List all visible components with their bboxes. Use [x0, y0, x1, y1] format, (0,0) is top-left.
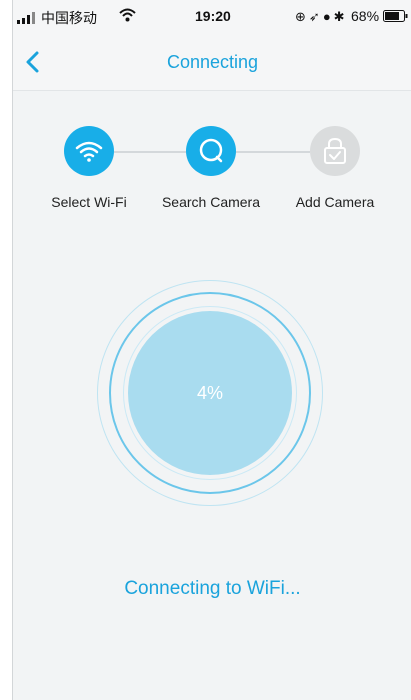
page-title: Connecting — [166, 52, 259, 72]
step-select-wifi — [64, 126, 114, 176]
step-add-camera — [310, 126, 360, 176]
search-icon — [199, 138, 223, 163]
step-indicator: Select Wi-Fi Search Camera Add Camera — [13, 108, 411, 218]
location-icon: ➶ — [308, 9, 323, 24]
step-search-camera — [186, 126, 236, 176]
step-connector — [114, 151, 186, 153]
battery-percent: 68% — [351, 8, 380, 24]
nav-bar: Connecting — [13, 32, 411, 91]
battery-icon — [383, 10, 408, 22]
status-bar: 中国移动 19:20 ⊕➶●✱ 68% — [13, 0, 411, 32]
carrier-name: 中国移动 — [41, 10, 97, 26]
progress-indicator: 4% — [128, 311, 292, 475]
step-label-select-wifi: Select Wi-Fi — [51, 194, 127, 210]
step-label-search-camera: Search Camera — [161, 194, 261, 210]
bluetooth-icon: ✱ — [333, 9, 348, 24]
progress-percent: 4% — [196, 382, 223, 403]
status-time: 19:20 — [195, 8, 231, 24]
lock-check-icon — [324, 137, 346, 164]
alarm-icon: ● — [322, 9, 334, 24]
wifi-icon — [75, 141, 103, 162]
connection-status-message: Connecting to WiFi... — [124, 578, 301, 599]
app-screen: 中国移动 19:20 ⊕➶●✱ 68% Connecting Select Wi… — [12, 0, 411, 700]
status-indicators: ⊕➶●✱ — [295, 9, 348, 25]
wifi-icon — [119, 8, 136, 22]
step-label-add-camera: Add Camera — [295, 194, 375, 210]
step-connector — [236, 151, 310, 153]
orientation-lock-icon: ⊕ — [295, 9, 309, 24]
signal-icon — [17, 12, 35, 24]
